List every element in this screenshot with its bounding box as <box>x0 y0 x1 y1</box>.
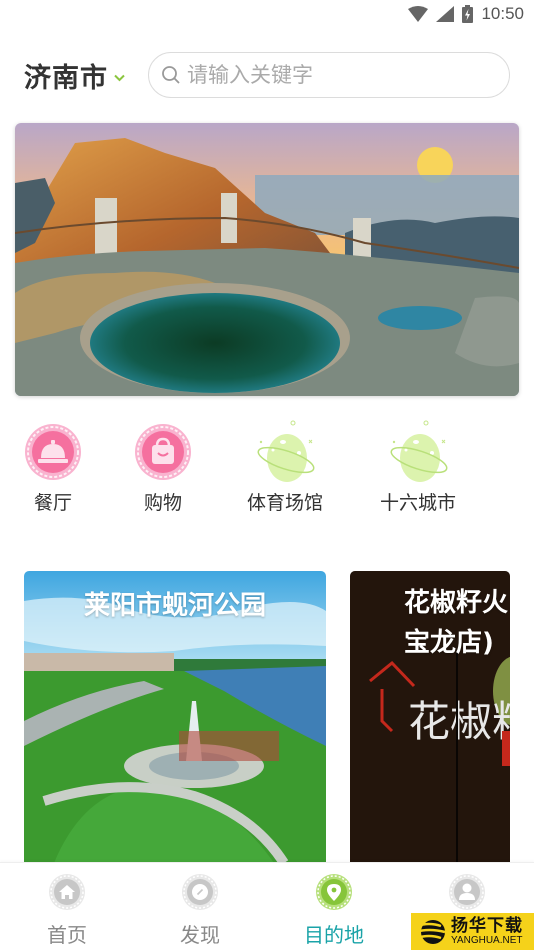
city-name: 济南市 <box>24 63 108 94</box>
destination-cards: 莱阳市蚬河公园 花椒籽 花椒籽火 宝龙店) <box>0 571 534 863</box>
card-title-line: 花椒籽火 <box>404 588 509 618</box>
category-restaurant[interactable]: 餐厅 <box>0 420 108 515</box>
status-time: 10:50 <box>481 4 524 23</box>
city-selector[interactable]: 济南市 <box>24 56 125 95</box>
compass-icon <box>182 874 218 910</box>
category-shopping[interactable]: 购物 <box>108 420 218 515</box>
wifi-icon <box>408 6 429 22</box>
card-title: 花椒籽火 宝龙店) <box>404 583 510 663</box>
tab-destination[interactable]: 目的地 <box>279 873 389 948</box>
category-label: 体育场馆 <box>246 492 323 514</box>
swirl-logo-icon <box>415 919 446 944</box>
tab-label: 发现 <box>180 923 220 947</box>
category-sixteen-cities[interactable]: 十六城市 <box>363 420 473 515</box>
category-label: 十六城市 <box>379 492 456 514</box>
category-stadium[interactable]: 体育场馆 <box>230 420 340 515</box>
destination-card[interactable]: 花椒籽 花椒籽火 宝龙店) <box>350 571 510 863</box>
category-grid: 餐厅 购物 体育场馆 十六城市 <box>0 420 534 520</box>
status-bar: 10:50 <box>0 0 534 28</box>
search-input[interactable] <box>187 63 487 87</box>
category-label: 餐厅 <box>33 492 72 514</box>
restaurant-bell-icon <box>25 424 81 480</box>
search-icon <box>162 66 180 84</box>
watermark-en: YANGHUA.NET <box>451 934 523 946</box>
banner-carousel[interactable] <box>15 123 519 396</box>
search-box[interactable] <box>148 52 510 98</box>
battery-charging-icon <box>462 5 474 23</box>
category-label: 购物 <box>143 492 182 514</box>
cellular-signal-icon <box>436 6 455 22</box>
tab-home[interactable]: 首页 <box>12 873 122 948</box>
status-icons: 10:50 <box>408 3 524 25</box>
chevron-down-icon <box>114 74 125 81</box>
location-pin-icon <box>316 874 352 910</box>
user-icon <box>449 874 485 910</box>
watermark-logo: 扬华下载 YANGHUA.NET <box>411 913 534 950</box>
svg-text:花椒籽: 花椒籽 <box>408 697 510 746</box>
shopping-bag-icon <box>135 424 191 480</box>
tab-label: 目的地 <box>304 923 364 947</box>
watermark-cn: 扬华下载 <box>451 915 523 936</box>
planet-icon <box>390 420 448 482</box>
tab-label: 首页 <box>47 923 87 947</box>
header: 济南市 <box>0 52 534 98</box>
home-icon <box>49 874 85 910</box>
tab-discover[interactable]: 发现 <box>145 873 255 948</box>
banner-image <box>15 123 519 396</box>
planet-icon <box>257 420 315 482</box>
card-title-line: 宝龙店) <box>404 628 494 658</box>
card-title: 莱阳市蚬河公园 <box>83 591 266 621</box>
destination-card[interactable]: 莱阳市蚬河公园 <box>24 571 326 863</box>
